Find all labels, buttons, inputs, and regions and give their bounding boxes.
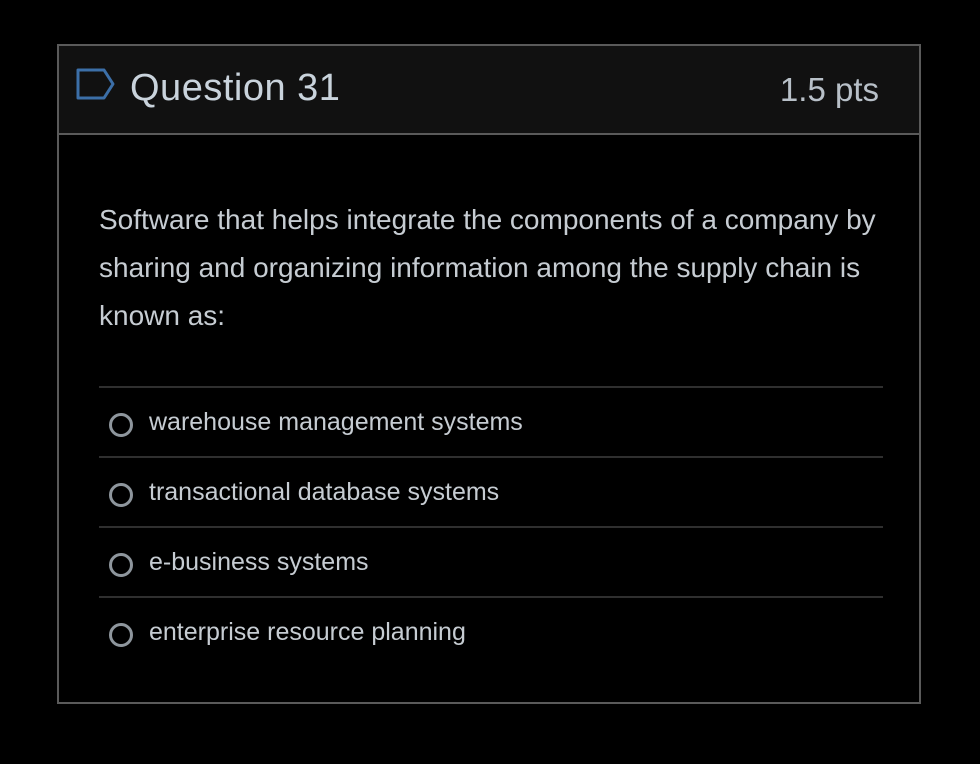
question-title: Question 31: [130, 67, 341, 109]
question-header: Question 31 1.5 pts: [59, 46, 919, 135]
flag-outline-icon[interactable]: [74, 66, 118, 102]
radio-button[interactable]: [109, 623, 133, 647]
question-text: Software that helps integrate the compon…: [99, 204, 876, 331]
radio-button[interactable]: [109, 553, 133, 577]
answer-label[interactable]: e-business systems: [149, 548, 369, 577]
answer-list: warehouse management systems transaction…: [99, 386, 883, 666]
radio-button[interactable]: [109, 413, 133, 437]
radio-button[interactable]: [109, 483, 133, 507]
answer-option[interactable]: enterprise resource planning: [99, 598, 883, 666]
answer-label[interactable]: warehouse management systems: [149, 408, 523, 437]
answer-option[interactable]: warehouse management systems: [99, 388, 883, 458]
answer-option[interactable]: transactional database systems: [99, 458, 883, 528]
answer-label[interactable]: transactional database systems: [149, 478, 499, 507]
question-points: 1.5 pts: [779, 71, 879, 108]
answer-option[interactable]: e-business systems: [99, 528, 883, 598]
answer-label[interactable]: enterprise resource planning: [149, 618, 466, 647]
question-card: Question 31 1.5 pts Software that helps …: [57, 44, 921, 704]
